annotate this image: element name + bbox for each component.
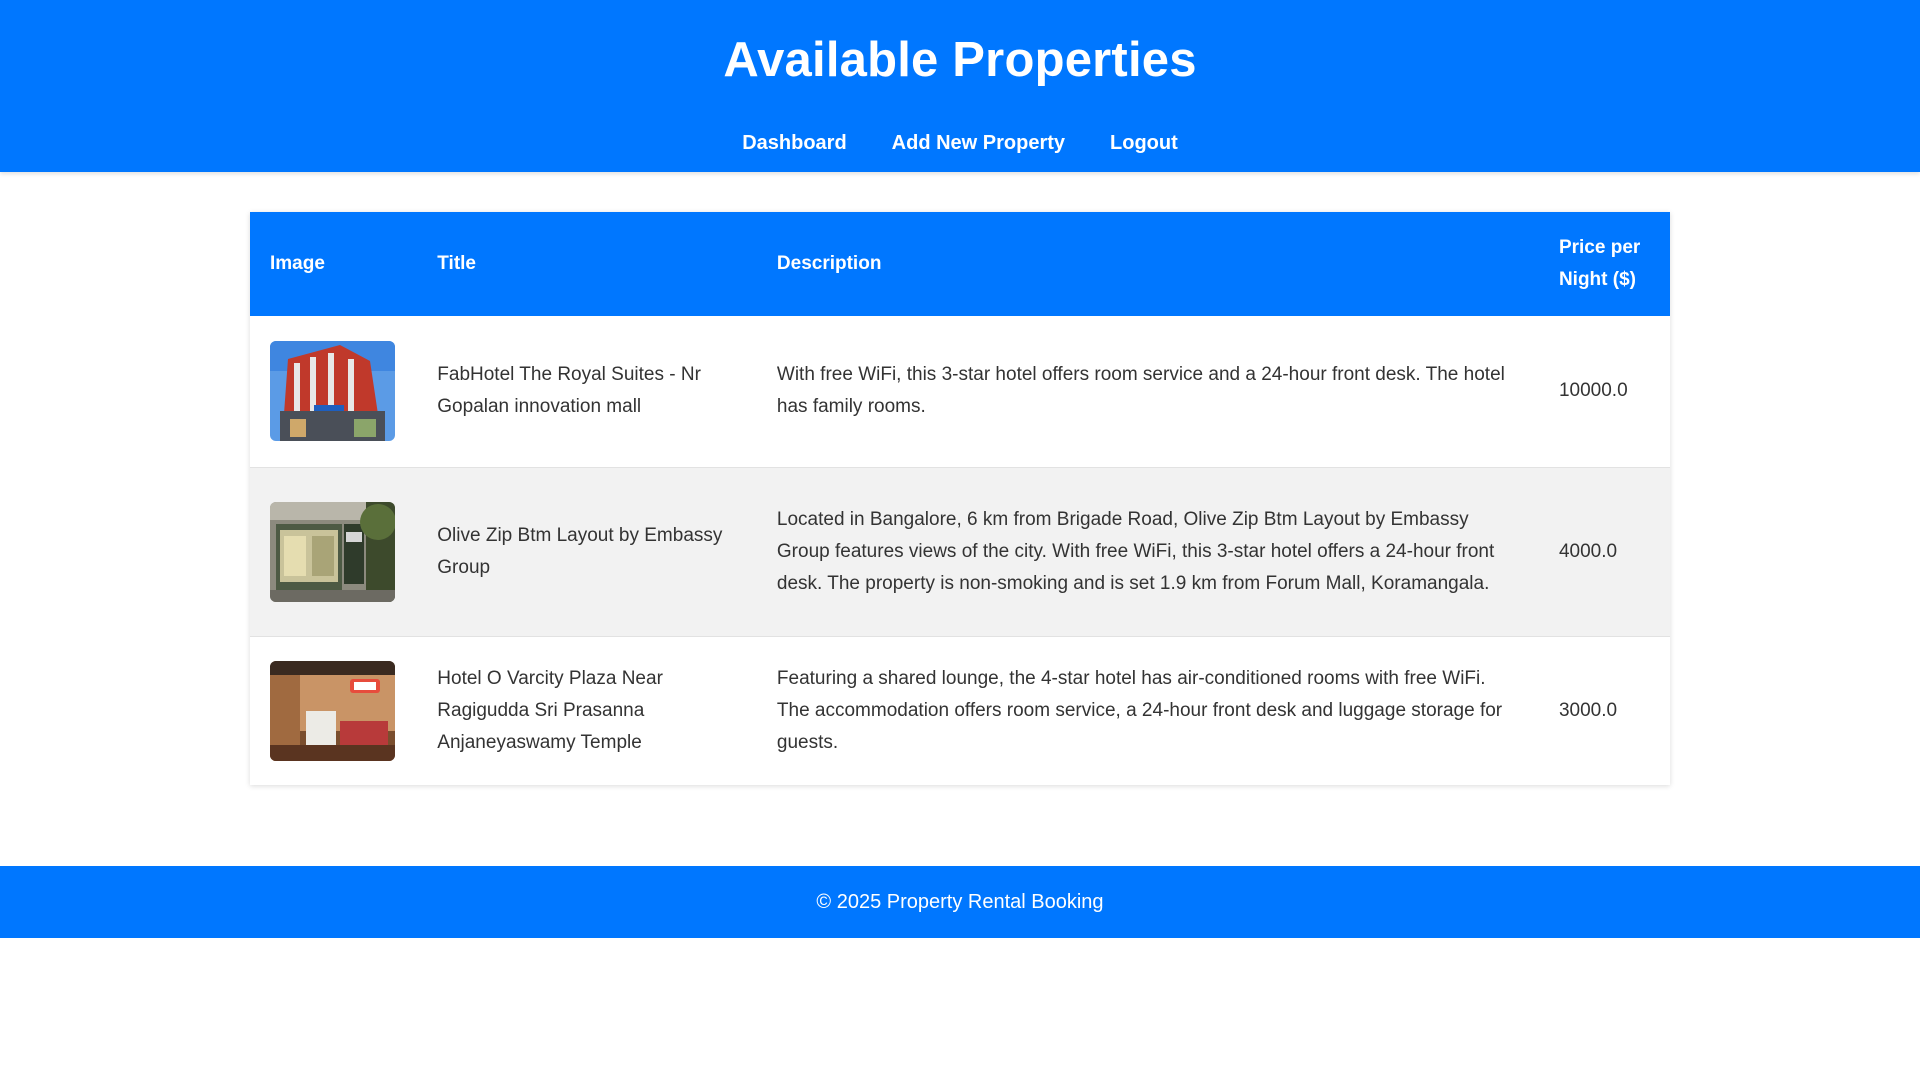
property-image-cell — [250, 467, 418, 637]
column-header-price: Price per Night ($) — [1539, 212, 1670, 316]
property-image — [270, 501, 395, 602]
column-header-description: Description — [776, 253, 882, 274]
property-price: 10000.0 — [1538, 316, 1670, 468]
page-title: Available Properties — [723, 33, 1197, 87]
column-header-title: Title — [437, 253, 476, 274]
table-header-row: Image Title Description Price per Night … — [250, 212, 1670, 316]
main-content: Image Title Description Price per Night … — [250, 212, 1670, 785]
column-header-image: Image — [270, 253, 325, 274]
site-footer: © 2025 Property Rental Booking — [0, 866, 1920, 938]
property-image — [270, 341, 395, 442]
main-nav: Dashboard Add New Property Logout — [0, 131, 1920, 155]
column-header-price-label: Price per Night ($) — [1558, 237, 1641, 290]
properties-table: Image Title Description Price per Night … — [250, 212, 1670, 785]
site-header: Available Properties Dashboard Add New P… — [0, 0, 1920, 172]
property-title: Olive Zip Btm Layout by Embassy Group — [417, 467, 757, 637]
property-description: Located in Bangalore, 6 km from Brigade … — [756, 467, 1539, 637]
property-title: FabHotel The Royal Suites - Nr Gopalan i… — [417, 316, 757, 468]
nav-dashboard-link[interactable]: Dashboard — [742, 131, 846, 155]
nav-logout-link[interactable]: Logout — [1110, 131, 1178, 155]
nav-add-property-link[interactable]: Add New Property — [892, 131, 1065, 155]
property-price: 3000.0 — [1558, 699, 1618, 721]
property-image — [270, 660, 395, 761]
property-price: 4000.0 — [1538, 467, 1670, 637]
property-description: With free WiFi, this 3-star hotel offers… — [756, 316, 1539, 468]
table-row: Hotel O Varcity Plaza Near Ragigudda Sri… — [250, 636, 1670, 785]
footer-copyright: © 2025 Property Rental Booking — [816, 891, 1104, 913]
table-row: FabHotel The Royal Suites - Nr Gopalan i… — [250, 316, 1670, 468]
property-description: Featuring a shared lounge, the 4-star ho… — [776, 667, 1503, 753]
property-image-cell — [250, 316, 418, 468]
table-row: Olive Zip Btm Layout by Embassy Group Lo… — [250, 467, 1670, 637]
property-image-cell — [250, 636, 417, 785]
property-title: Hotel O Varcity Plaza Near Ragigudda Sri… — [437, 667, 663, 753]
